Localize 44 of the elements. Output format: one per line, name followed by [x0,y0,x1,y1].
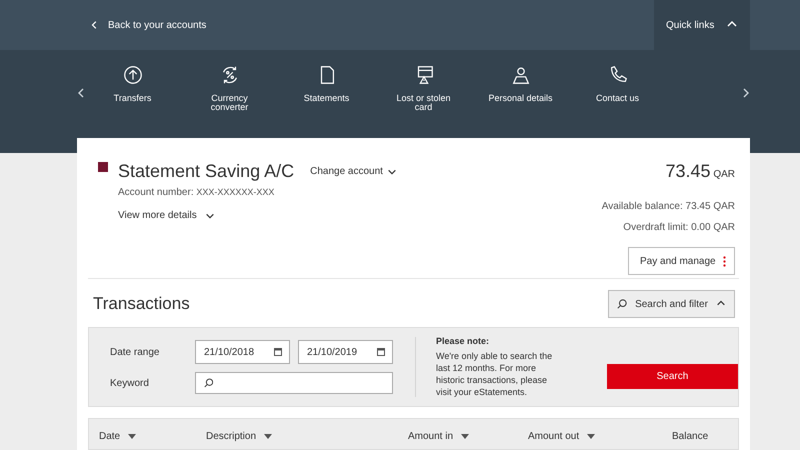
note-title: Please note: [436,336,490,348]
currency-label: QAR [713,169,735,180]
date-range-label: Date range [110,346,160,360]
view-details-link[interactable]: View more details [118,208,215,223]
back-link[interactable]: Back to your accounts [90,18,206,32]
column-header[interactable]: Amount in [408,429,470,444]
transactions-title: Transactions [93,293,190,316]
account-number: XXX-XXXXXX-XXX [196,187,274,197]
date-field[interactable]: 21/10/2019 [298,340,393,364]
pay-and-manage-button[interactable]: Pay and manage [628,247,735,275]
overdraft-limit: Overdraft limit: 0.00 QAR [623,221,735,235]
account-number-label: Account number: [118,187,194,198]
column-header[interactable]: Date [99,429,136,444]
shortcut-link[interactable]: Transfers [84,64,181,113]
search-icon [204,378,214,388]
shortcut-link[interactable]: Statements [278,64,375,113]
shortcut-link[interactable]: Contact us [569,64,666,113]
sort-caret-icon [128,434,136,439]
shortcut-link[interactable]: Lost or stolen card [375,64,472,113]
arrow-up-circle-icon [122,64,144,86]
sort-caret-icon [461,434,470,439]
shortcut-link[interactable]: Personal details [472,64,569,113]
sort-caret-icon [587,434,596,439]
column-header[interactable]: Balance [672,429,708,444]
keyword-label: Keyword [110,376,150,390]
search-icon [617,299,627,309]
column-header[interactable]: Amount out [528,429,596,444]
more-icon [723,256,726,266]
keyword-field[interactable] [195,372,393,394]
shortcut-link[interactable]: Currency converter [181,64,278,113]
change-account-link[interactable]: Change account [310,164,397,179]
column-header[interactable]: Description [206,429,272,444]
date-field[interactable]: 21/10/2018 [195,340,290,364]
search-button[interactable]: Search [606,364,738,388]
quick-links-toggle[interactable]: Quick links [654,0,750,50]
note-text: We're only able to search the last 12 months. For more historic transactions, please visit your eStatements. [436,351,554,398]
search-and-filter-button[interactable]: Search and filter [608,290,735,318]
balance-amount: 73.45 [666,161,711,181]
available-balance: Available balance: 73.45 QAR [602,200,735,214]
calendar-icon [274,348,282,356]
account-color-square [98,162,108,172]
calendar-icon [377,348,385,356]
account-name: Statement Saving A/C [118,160,294,183]
sort-caret-icon [264,434,272,439]
